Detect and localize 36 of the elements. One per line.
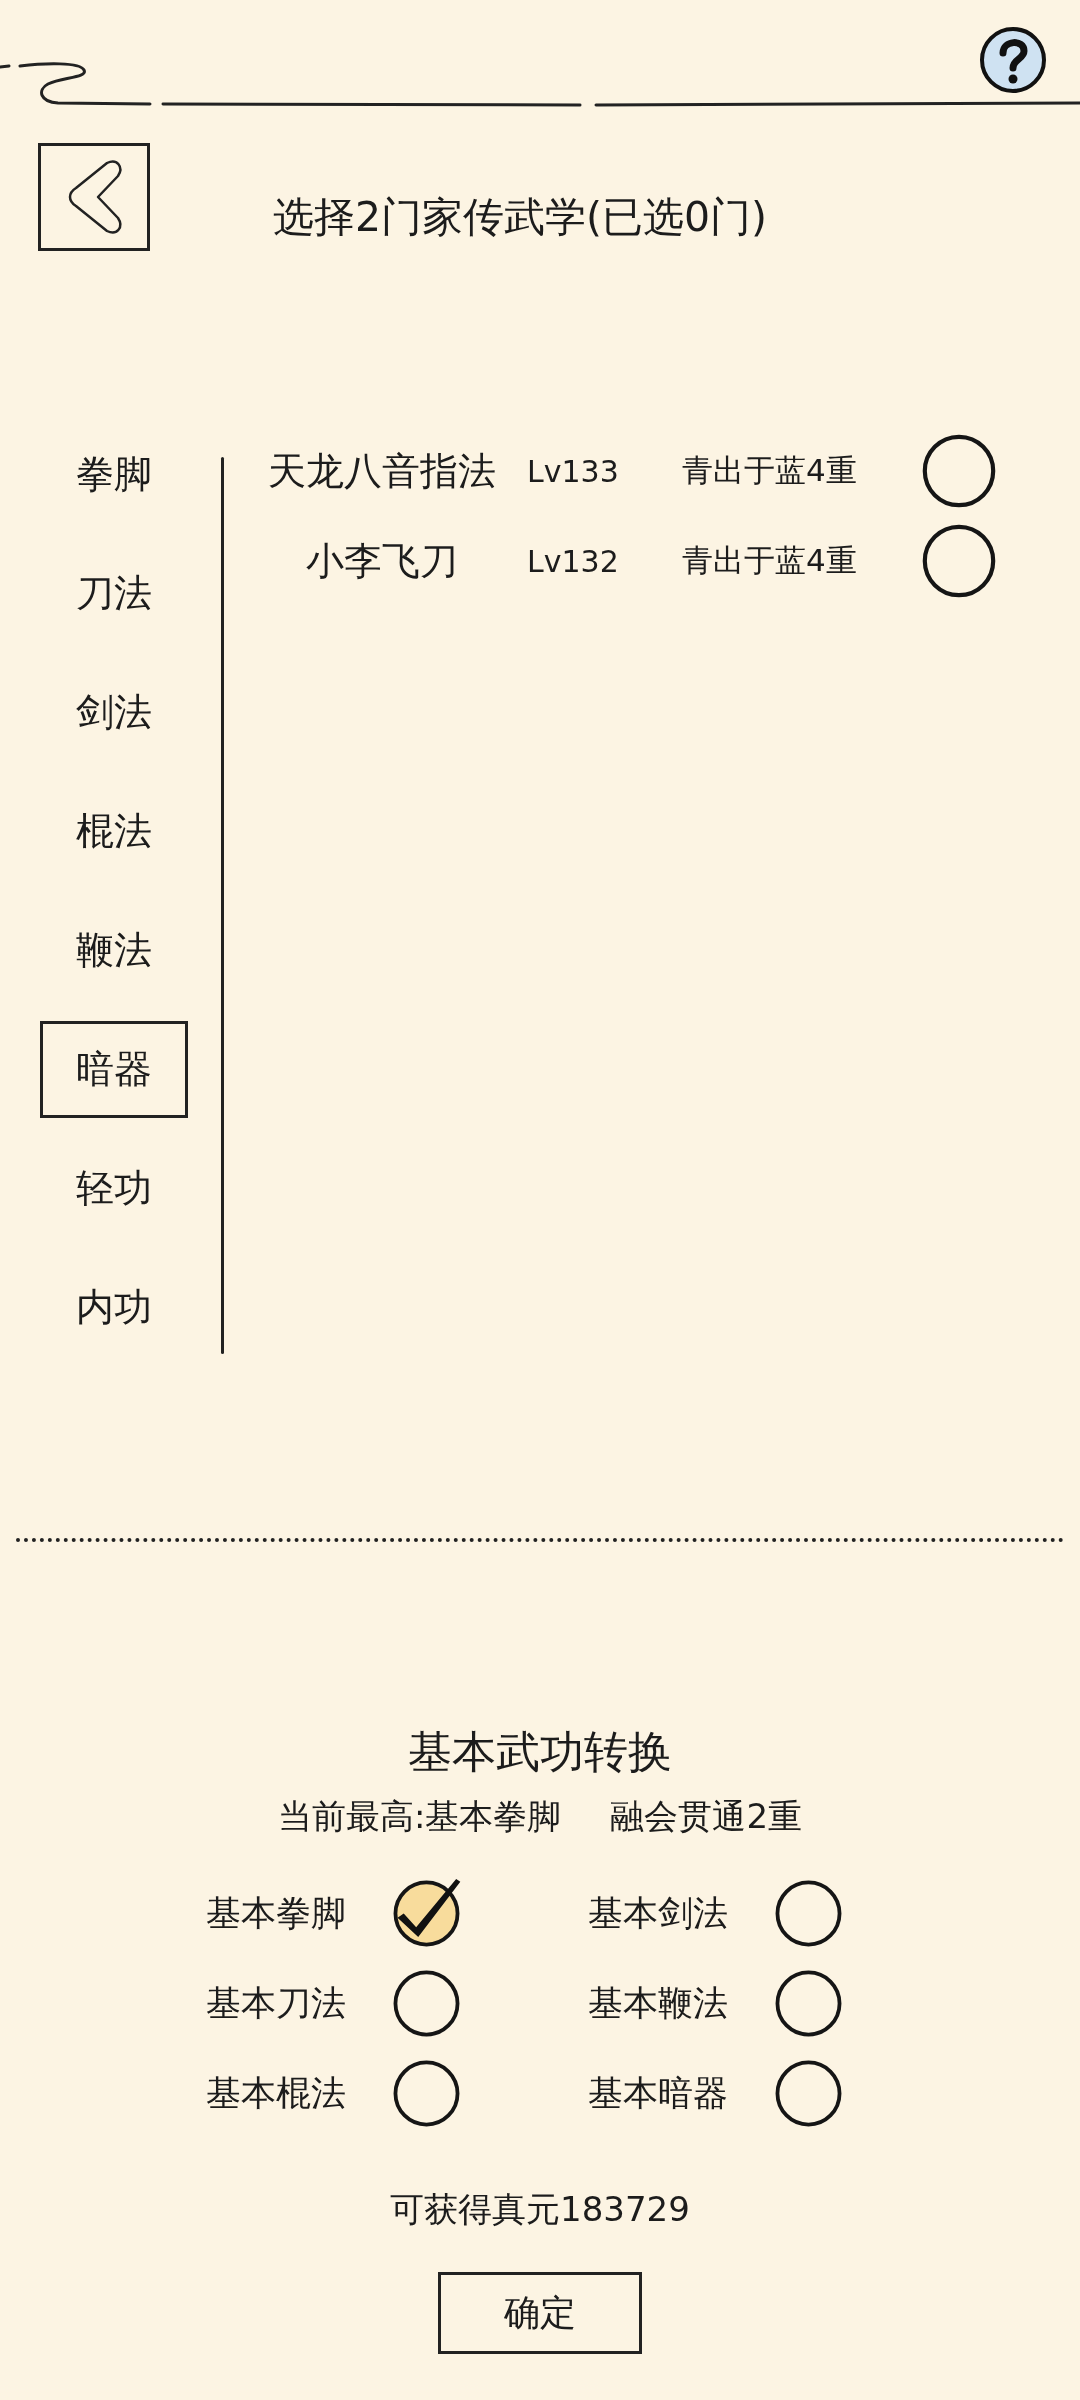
skill-name: 小李飞刀 [305, 537, 459, 585]
category-tab[interactable]: 轻功 [40, 1140, 188, 1237]
current-best-text: 当前最高:基本拳脚 [277, 1795, 562, 1837]
confirm-button[interactable]: 确定 [438, 2272, 642, 2355]
option-checkbox[interactable] [392, 1969, 461, 2039]
mastery-text: 融会贯通2重 [610, 1795, 803, 1837]
option-label: 基本暗器 [588, 2072, 728, 2116]
category-tab[interactable]: 暗器 [40, 1021, 188, 1118]
option-checkbox[interactable] [774, 1969, 843, 2039]
option-label: 基本鞭法 [588, 1982, 728, 2026]
option-checkbox[interactable] [392, 2059, 461, 2129]
category-tab[interactable]: 刀法 [40, 545, 188, 642]
skill-level: Lv133 [527, 453, 620, 489]
skill-name: 天龙八音指法 [267, 447, 497, 495]
skill-level: Lv132 [527, 543, 620, 579]
skill-stage: 青出于蓝4重 [682, 451, 858, 490]
category-tab[interactable]: 棍法 [40, 783, 188, 880]
reward-text: 可获得真元183729 [389, 2188, 691, 2230]
page-title: 选择2门家传武学(已选0门) [272, 192, 768, 242]
option-label: 基本剑法 [588, 1892, 728, 1936]
help-icon[interactable] [979, 26, 1047, 94]
category-tab[interactable]: 内功 [40, 1259, 188, 1356]
back-button[interactable] [38, 143, 150, 251]
option-label: 基本刀法 [206, 1982, 346, 2026]
select-radio[interactable] [921, 523, 997, 599]
skill-stage: 青出于蓝4重 [682, 541, 858, 580]
select-radio[interactable] [921, 433, 997, 509]
option-label: 基本拳脚 [206, 1892, 346, 1936]
category-tab[interactable]: 剑法 [40, 664, 188, 761]
category-tab[interactable]: 鞭法 [40, 902, 188, 999]
option-label: 基本棍法 [206, 2072, 346, 2116]
category-tab[interactable]: 拳脚 [40, 426, 188, 523]
option-checkbox[interactable] [392, 1879, 461, 1949]
option-checkbox[interactable] [774, 2059, 843, 2129]
option-checkbox[interactable] [774, 1879, 843, 1949]
section-title: 基本武功转换 [407, 1726, 673, 1779]
